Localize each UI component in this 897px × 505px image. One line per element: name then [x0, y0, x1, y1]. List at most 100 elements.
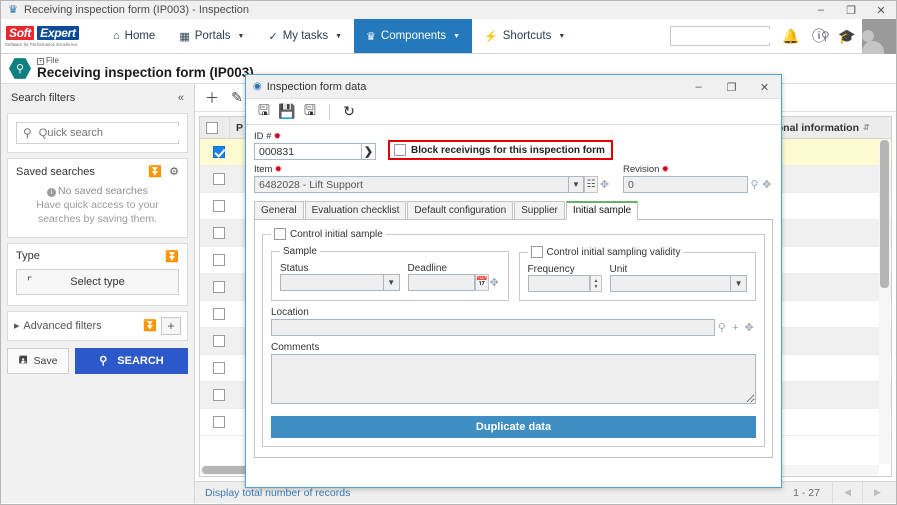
nav-item-portals[interactable]: ▦ Portals ▼: [167, 19, 256, 53]
comments-textarea[interactable]: [271, 354, 756, 404]
saved-searches-empty: i No saved searches Have quick access to …: [8, 184, 187, 237]
status-input[interactable]: [280, 274, 384, 291]
next-page-button[interactable]: ▶: [862, 482, 892, 503]
revision-input[interactable]: [623, 176, 749, 193]
grid-pager: 1 - 27 ◀ ▶: [781, 482, 892, 503]
control-initial-sample-group: Control initial sample Sample Status ▼ D…: [262, 228, 765, 447]
status-dropdown-caret[interactable]: ▼: [383, 274, 400, 291]
control-initial-sample-checkbox[interactable]: [274, 228, 286, 240]
application-area: Soft Expert Software for Performance Exc…: [1, 19, 896, 504]
row-checkbox[interactable]: [213, 335, 225, 347]
grid-vertical-scroll-thumb[interactable]: [880, 140, 889, 288]
revision-label-wrap: Revision ✹: [623, 164, 773, 175]
collapse-icon[interactable]: «: [178, 92, 184, 104]
row-checkbox[interactable]: [213, 173, 225, 185]
quick-search-card: ⚲: [7, 113, 188, 153]
quick-search-input[interactable]: [36, 126, 183, 140]
validity-checkbox[interactable]: [530, 246, 543, 258]
row-checkbox[interactable]: [213, 416, 225, 428]
clear-broom-icon[interactable]: ✥: [598, 176, 611, 193]
row-checkbox[interactable]: [213, 146, 225, 158]
binoculars-icon[interactable]: ☷: [584, 176, 598, 193]
search-button[interactable]: ⚲ SEARCH: [75, 347, 188, 374]
dialog-close-button[interactable]: ✕: [748, 75, 781, 99]
search-icon[interactable]: ⚲: [715, 319, 729, 336]
chevron-down-icon: ▼: [335, 32, 343, 40]
tab-initial-sample[interactable]: Initial sample: [565, 201, 639, 220]
bell-icon[interactable]: 🔔: [778, 21, 804, 51]
row-checkbox[interactable]: [213, 389, 225, 401]
plus-icon[interactable]: +: [729, 319, 743, 336]
item-dropdown-caret[interactable]: ▼: [568, 176, 585, 193]
tab-evaluation-checklist[interactable]: Evaluation checklist: [304, 201, 407, 220]
item-input[interactable]: [254, 176, 569, 193]
import-icon[interactable]: ⏬: [165, 250, 179, 263]
row-checkbox[interactable]: [213, 362, 225, 374]
sort-icon: ⇵: [863, 123, 870, 132]
select-type-button[interactable]: ⌜ Select type: [16, 268, 179, 295]
gear-icon[interactable]: ⚙: [169, 165, 179, 178]
dialog-maximize-button[interactable]: ❐: [715, 75, 748, 99]
expand-icon[interactable]: +: [37, 57, 44, 65]
import-icon[interactable]: ⏬: [143, 319, 157, 332]
save-close-icon[interactable]: 🖫: [300, 102, 320, 122]
nav-item-my-tasks[interactable]: ✓ My tasks ▼: [256, 19, 354, 53]
id-next-button[interactable]: ❯: [361, 143, 376, 160]
dialog-toolbar: 🖫 💾 🖫 ↻: [246, 99, 781, 125]
clear-broom-icon[interactable]: ✥: [761, 176, 773, 193]
tab-general[interactable]: General: [254, 201, 304, 220]
close-button[interactable]: ✕: [866, 1, 896, 19]
help-icon[interactable]: ⓘ: [806, 21, 832, 51]
grid-vertical-scrollbar[interactable]: [879, 140, 890, 464]
dialog-minimize-button[interactable]: –: [682, 75, 715, 99]
id-input[interactable]: [254, 143, 362, 160]
clear-broom-icon[interactable]: ✥: [489, 274, 499, 291]
unit-input[interactable]: [609, 275, 732, 292]
previous-page-button[interactable]: ◀: [832, 482, 862, 503]
duplicate-data-button[interactable]: Duplicate data: [271, 416, 756, 438]
search-icon[interactable]: ⚲: [748, 176, 760, 193]
deadline-input[interactable]: [407, 274, 475, 291]
calendar-icon[interactable]: 📅: [474, 274, 490, 291]
grid-icon: ▦: [179, 30, 190, 43]
row-checkbox[interactable]: [213, 308, 225, 320]
save-icon[interactable]: 🖫: [254, 102, 274, 122]
logo-tagline: Software for Performance Excellence: [5, 42, 78, 47]
add-advanced-filter-button[interactable]: +: [161, 316, 181, 335]
maximize-button[interactable]: ❐: [836, 1, 866, 19]
refresh-icon[interactable]: ↻: [339, 102, 359, 122]
nav-item-home[interactable]: ⌂ Home: [101, 19, 167, 53]
location-label: Location: [271, 307, 309, 318]
row-checkbox[interactable]: [213, 200, 225, 212]
tab-default-configuration[interactable]: Default configuration: [407, 201, 514, 220]
location-input[interactable]: [271, 319, 715, 336]
global-search-box[interactable]: ⚲: [670, 26, 830, 46]
display-total-records-link[interactable]: Display total number of records: [205, 487, 350, 499]
frequency-stepper[interactable]: ▲ ▼: [590, 275, 602, 292]
nav-item-shortcuts[interactable]: ⚡ Shortcuts ▼: [472, 19, 577, 53]
row-checkbox[interactable]: [213, 227, 225, 239]
type-header: Type ⏬: [8, 244, 187, 269]
tab-supplier[interactable]: Supplier: [514, 201, 565, 220]
saved-searches-title: Saved searches: [16, 165, 95, 178]
row-checkbox[interactable]: [213, 281, 225, 293]
graduation-cap-icon[interactable]: 🎓: [834, 21, 860, 51]
clear-broom-icon[interactable]: ✥: [742, 319, 756, 336]
block-receivings-checkbox[interactable]: [394, 144, 406, 156]
row-checkbox[interactable]: [213, 254, 225, 266]
frequency-input[interactable]: [527, 275, 591, 292]
unit-dropdown-caret[interactable]: ▼: [731, 275, 747, 292]
save-exit-icon[interactable]: 💾: [277, 102, 297, 122]
import-icon[interactable]: ⏬: [148, 165, 162, 178]
select-all-checkbox[interactable]: [206, 121, 218, 134]
minimize-button[interactable]: –: [806, 1, 836, 19]
plus-icon[interactable]: ＋: [201, 87, 223, 109]
quick-search-box[interactable]: ⚲: [16, 122, 183, 144]
save-button[interactable]: 🖪 Save: [7, 347, 69, 374]
grid-select-all-cell[interactable]: [200, 117, 230, 138]
advanced-filters-row[interactable]: ▶ Advanced filters ⏬ +: [7, 310, 188, 341]
bolt-icon: ⚡: [484, 30, 498, 43]
advanced-filters-label: Advanced filters: [23, 319, 102, 332]
nav-item-components[interactable]: ♛ Components ▼: [354, 19, 473, 53]
avatar[interactable]: [862, 19, 896, 54]
